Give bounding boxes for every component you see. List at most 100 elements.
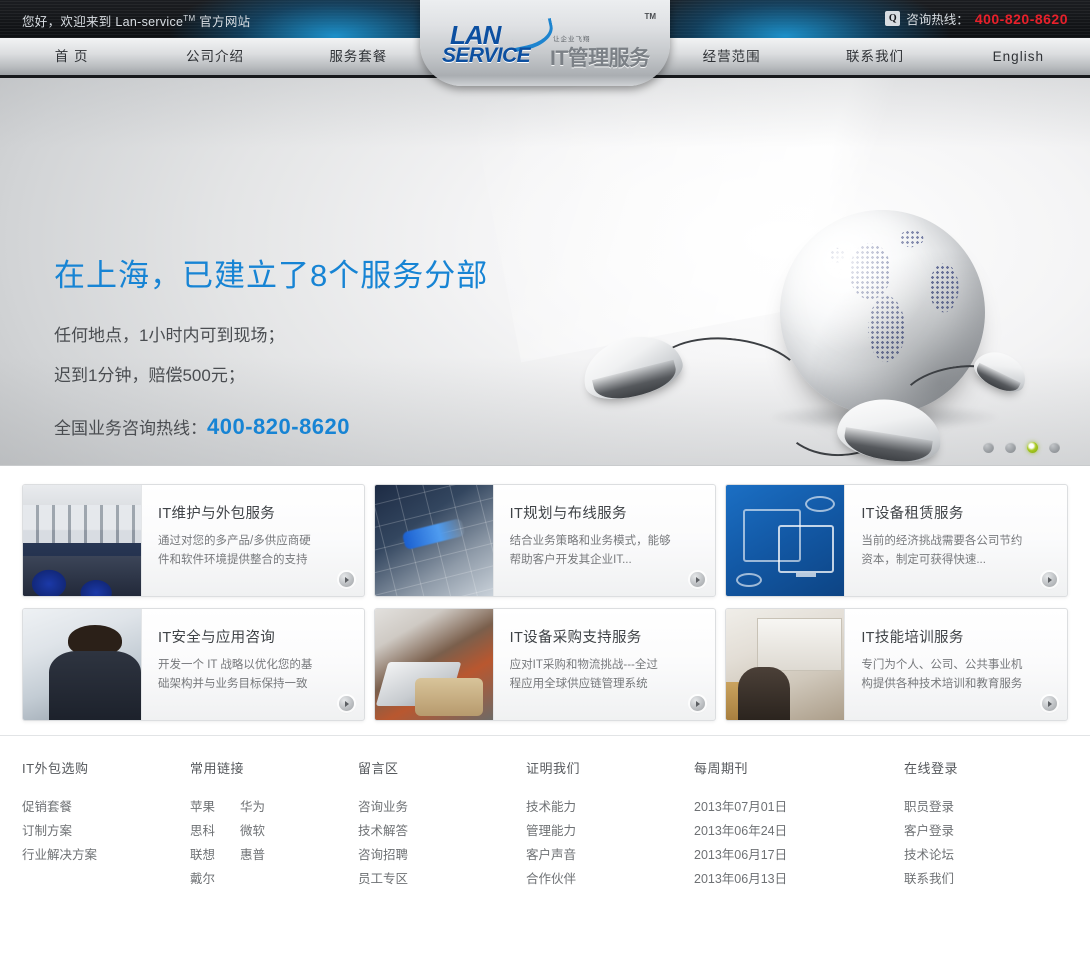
carousel-dot-2[interactable] bbox=[1005, 442, 1016, 453]
server-room-image bbox=[23, 485, 141, 596]
footer-link[interactable]: 联系我们 bbox=[904, 867, 1068, 891]
nav-item-home[interactable]: 首 页 bbox=[0, 37, 143, 77]
footer-heading: 留言区 bbox=[358, 761, 399, 776]
nav-item-contact[interactable]: 联系我们 bbox=[803, 37, 946, 77]
footer-link[interactable]: 咨询业务 bbox=[358, 795, 526, 819]
footer-link[interactable]: 咨询招聘 bbox=[358, 843, 526, 867]
card-it-maintenance-outsourcing[interactable]: IT维护与外包服务 通过对您的多产品/多供应商硬 件和软件环境提供整合的支持 bbox=[22, 484, 365, 597]
card-description: 应对IT采购和物流挑战---全过 程应用全球供应链管理系统 bbox=[510, 656, 700, 694]
hero-line-2: 迟到1分钟，赔偿500元； bbox=[54, 366, 245, 385]
card-desc-line-2: 帮助客户开发其企业IT... bbox=[509, 553, 632, 566]
globe-illustration bbox=[576, 188, 1052, 465]
nav-group-left: 首 页 公司介绍 服务套餐 bbox=[0, 37, 430, 77]
footer-link[interactable]: 客户声音 bbox=[526, 843, 694, 867]
nav-item-scope[interactable]: 经营范围 bbox=[660, 37, 803, 77]
service-cards-grid: IT维护与外包服务 通过对您的多产品/多供应商硬 件和软件环境提供整合的支持 I… bbox=[0, 466, 1090, 735]
footer-link[interactable]: 订制方案 bbox=[22, 819, 190, 843]
card-thumbnail bbox=[726, 609, 846, 720]
footer-link[interactable]: 职员登录 bbox=[904, 795, 1068, 819]
footer-link[interactable]: 客户登录 bbox=[904, 819, 1068, 843]
footer-heading: IT外包选购 bbox=[22, 761, 89, 776]
arrow-right-icon[interactable] bbox=[1041, 572, 1057, 587]
hotline-label: 咨询热线： bbox=[906, 13, 969, 27]
training-classroom-image bbox=[726, 609, 845, 720]
card-it-equipment-leasing[interactable]: IT设备租赁服务 当前的经济挑战需要各公司节约 资本，制定可获得快速... bbox=[725, 484, 1068, 597]
nav-item-english[interactable]: English bbox=[947, 37, 1090, 77]
hero-line-1: 任何地点，1小时内可到现场； bbox=[54, 326, 285, 345]
logo-trademark: TM bbox=[644, 12, 656, 21]
arrow-right-icon[interactable] bbox=[1041, 696, 1057, 711]
footer-column-login: 在线登录 职员登录 客户登录 技术论坛 联系我们 bbox=[904, 758, 1068, 891]
site-logo[interactable]: TM LAN SERVICE 让企业飞翔 IT管理服务 bbox=[420, 0, 670, 86]
footer-column-weekly: 每周期刊 2013年07月01日 2013年06年24日 2013年06月17日… bbox=[694, 758, 904, 891]
card-it-planning-cabling[interactable]: IT规划与布线服务 结合业务策略和业务模式，能够 帮助客户开发其企业IT... bbox=[373, 484, 717, 597]
card-thumbnail bbox=[23, 485, 142, 596]
arrow-right-icon[interactable] bbox=[338, 696, 354, 711]
card-it-skills-training[interactable]: IT技能培训服务 专门为个人、公司、公共事业机 构提供各种技术培训和教育服务 bbox=[725, 608, 1068, 721]
card-body: IT技能培训服务 专门为个人、公司、公共事业机 构提供各种技术培训和教育服务 bbox=[845, 609, 1067, 720]
footer-columns: IT外包选购 促销套餐 订制方案 行业解决方案 常用链接 苹果 华为 思科 微软… bbox=[22, 758, 1068, 891]
laptop-user-image bbox=[374, 609, 493, 720]
hotline-number: 400-820-8620 bbox=[974, 10, 1068, 27]
footer-brand-link[interactable]: 微软 bbox=[240, 819, 290, 843]
footer-link[interactable]: 行业解决方案 bbox=[22, 843, 190, 867]
footer-link[interactable]: 促销套餐 bbox=[22, 795, 190, 819]
footer-link[interactable]: 技术能力 bbox=[526, 795, 694, 819]
trademark-symbol: TM bbox=[183, 13, 196, 23]
footer-brand-link[interactable]: 华为 bbox=[240, 795, 290, 819]
footer-link[interactable]: 技术论坛 bbox=[904, 843, 1068, 867]
card-body: IT维护与外包服务 通过对您的多产品/多供应商硬 件和软件环境提供整合的支持 bbox=[142, 485, 364, 596]
card-body: IT设备采购支持服务 应对IT采购和物流挑战---全过 程应用全球供应链管理系统 bbox=[494, 609, 716, 720]
carousel-dot-4[interactable] bbox=[1049, 442, 1060, 453]
footer-heading: 在线登录 bbox=[904, 761, 959, 776]
footer-brand-link[interactable]: 联想 bbox=[190, 843, 240, 867]
qq-icon[interactable]: Q bbox=[885, 11, 901, 26]
footer-link[interactable]: 管理能力 bbox=[526, 819, 694, 843]
card-title: IT设备采购支持服务 bbox=[509, 630, 642, 646]
nav-item-about[interactable]: 公司介绍 bbox=[143, 37, 286, 77]
footer-brand-link[interactable]: 思科 bbox=[190, 819, 240, 843]
hero-banner: 在上海，已建立了8个服务分部 任何地点，1小时内可到现场； 迟到1分钟，赔偿50… bbox=[0, 78, 1090, 466]
footer-heading: 证明我们 bbox=[526, 761, 581, 776]
nav-item-packages[interactable]: 服务套餐 bbox=[287, 37, 430, 77]
card-description: 结合业务策略和业务模式，能够 帮助客户开发其企业IT... bbox=[510, 532, 700, 570]
card-desc-line-2: 础架构并与业务目标保持一致 bbox=[158, 677, 308, 690]
footer-brand-link[interactable]: 惠普 bbox=[240, 843, 290, 867]
card-it-procurement-support[interactable]: IT设备采购支持服务 应对IT采购和物流挑战---全过 程应用全球供应链管理系统 bbox=[373, 608, 717, 721]
footer-link[interactable]: 员工专区 bbox=[358, 867, 526, 891]
card-body: IT安全与应用咨询 开发一个 IT 战略以优化您的基 础架构并与业务目标保持一致 bbox=[142, 609, 364, 720]
podium-shape bbox=[726, 682, 762, 720]
footer-column-links: 常用链接 苹果 华为 思科 微软 联想 惠普 戴尔 bbox=[190, 758, 358, 891]
hero-tel-label: 全国业务咨询热线： bbox=[54, 419, 207, 438]
carousel-dot-1[interactable] bbox=[983, 442, 994, 453]
arrow-right-icon[interactable] bbox=[338, 572, 354, 587]
logo-chinese-text: IT管理服务 bbox=[550, 47, 650, 70]
footer-link[interactable]: 2013年06月13日 bbox=[694, 867, 904, 891]
card-title: IT安全与应用咨询 bbox=[158, 630, 276, 646]
card-thumbnail bbox=[726, 485, 846, 596]
card-description: 通过对您的多产品/多供应商硬 件和软件环境提供整合的支持 bbox=[158, 532, 348, 570]
card-desc-line-2: 资本，制定可获得快速... bbox=[861, 553, 986, 566]
businessman-image bbox=[23, 609, 141, 720]
card-desc-line-2: 程应用全球供应链管理系统 bbox=[509, 677, 648, 690]
footer-link[interactable]: 合作伙伴 bbox=[526, 867, 694, 891]
card-title: IT维护与外包服务 bbox=[158, 506, 276, 522]
card-desc-line-1: 应对IT采购和物流挑战---全过 bbox=[509, 659, 658, 671]
footer-heading: 常用链接 bbox=[190, 761, 245, 776]
welcome-prefix: 您好，欢迎来到 Lan-service bbox=[22, 15, 184, 29]
footer-link[interactable]: 技术解答 bbox=[358, 819, 526, 843]
footer-link[interactable]: 2013年06月17日 bbox=[694, 843, 904, 867]
card-it-security-consulting[interactable]: IT安全与应用咨询 开发一个 IT 战略以优化您的基 础架构并与业务目标保持一致 bbox=[22, 608, 365, 721]
carousel-dot-3-active[interactable] bbox=[1027, 442, 1038, 453]
footer-link[interactable]: 2013年07月01日 bbox=[694, 795, 904, 819]
card-title: IT设备租赁服务 bbox=[861, 506, 964, 522]
logo-inner: TM LAN SERVICE 让企业飞翔 IT管理服务 bbox=[420, 0, 670, 86]
footer-brand-link[interactable]: 苹果 bbox=[190, 795, 240, 819]
card-title: IT技能培训服务 bbox=[861, 630, 964, 646]
carousel-dots bbox=[983, 442, 1060, 453]
cloud-computing-image bbox=[726, 485, 845, 596]
page-root: 您好，欢迎来到 Lan-serviceTM 官方网站 Q 咨询热线： 400-8… bbox=[0, 0, 1090, 960]
card-desc-line-2: 件和软件环境提供整合的支持 bbox=[158, 553, 308, 566]
footer-brand-link[interactable]: 戴尔 bbox=[190, 867, 240, 891]
footer-link[interactable]: 2013年06年24日 bbox=[694, 819, 904, 843]
